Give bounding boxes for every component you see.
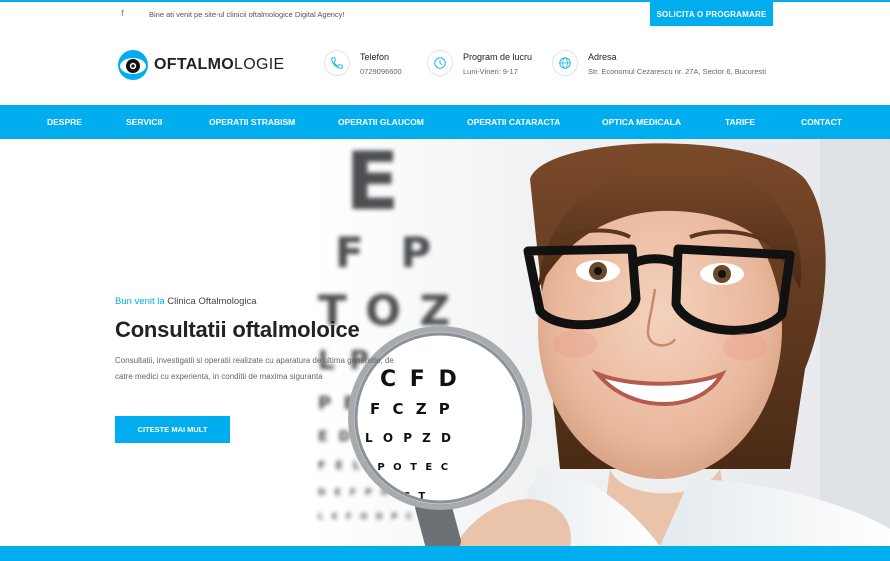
nav-item-servicii[interactable]: SERVICII xyxy=(126,117,162,127)
chart-row-9: L E F O D P C T xyxy=(318,512,427,521)
phone-info: Telefon 0729096600 xyxy=(324,50,402,76)
main-nav: DESPRE SERVICII OPERATII STRABISM OPERAT… xyxy=(0,105,890,139)
eye-logo-icon xyxy=(115,48,151,82)
nav-item-optica-medicala[interactable]: OPTICA MEDICALA xyxy=(602,117,681,127)
globe-icon xyxy=(552,50,578,76)
logo[interactable]: OFTALMOLOGIE xyxy=(115,48,284,82)
phone-title: Telefon xyxy=(360,52,390,62)
hero-title: Consultatii oftalmoloice xyxy=(115,317,360,342)
hours-info: Program de lucru Luni-Vineri: 9-17 xyxy=(427,50,532,76)
hero-description: Consultatii, investigatii si operatii re… xyxy=(115,356,394,381)
lens-row-2: F C Z P xyxy=(370,400,450,418)
nav-item-operatii-strabism[interactable]: OPERATII STRABISM xyxy=(209,117,295,127)
welcome-text: Bine ati venit pe site-ul clinicii oftal… xyxy=(149,10,345,19)
address-title: Adresa xyxy=(588,52,617,62)
phone-value[interactable]: 0729096600 xyxy=(360,67,402,76)
top-bar: f Bine ati venit pe site-ul clinicii oft… xyxy=(0,0,890,27)
logo-text: OFTALMOLOGIE xyxy=(154,56,285,73)
chart-row-1: E xyxy=(345,139,400,228)
nav-item-despre[interactable]: DESPRE xyxy=(47,117,82,127)
chart-row-2: F P xyxy=(335,228,431,277)
nav-item-contact[interactable]: CONTACT xyxy=(801,117,842,127)
nav-item-operatii-glaucom[interactable]: OPERATII GLAUCOM xyxy=(338,117,424,127)
hero-eyebrow: Bun venit la Clinica Oftalmologica xyxy=(115,296,257,307)
address-value: Str. Economul Cezarescu nr. 27A, Sector … xyxy=(588,67,767,76)
nav-item-operatii-cataracta[interactable]: OPERATII CATARACTA xyxy=(467,117,560,127)
lens-row-3: L O P Z D xyxy=(365,431,451,445)
phone-icon xyxy=(324,50,350,76)
nav-item-tarife[interactable]: TARIFE xyxy=(725,117,755,127)
hours-value: Luni-Vineri: 9-17 xyxy=(463,67,518,76)
hero-section: E F P T O Z L P E D P E C F D E D F C Z … xyxy=(0,139,890,546)
hours-title: Program de lucru xyxy=(463,52,533,62)
read-more-button[interactable]: CITESTE MAI MULT xyxy=(115,416,230,443)
bottom-strip xyxy=(0,546,890,561)
address-info: Adresa Str. Economul Cezarescu nr. 27A, … xyxy=(552,50,766,76)
facebook-icon[interactable]: f xyxy=(121,8,124,18)
request-appointment-button[interactable]: SOLICITA O PROGRAMARE xyxy=(650,2,773,26)
clock-icon xyxy=(427,50,453,76)
